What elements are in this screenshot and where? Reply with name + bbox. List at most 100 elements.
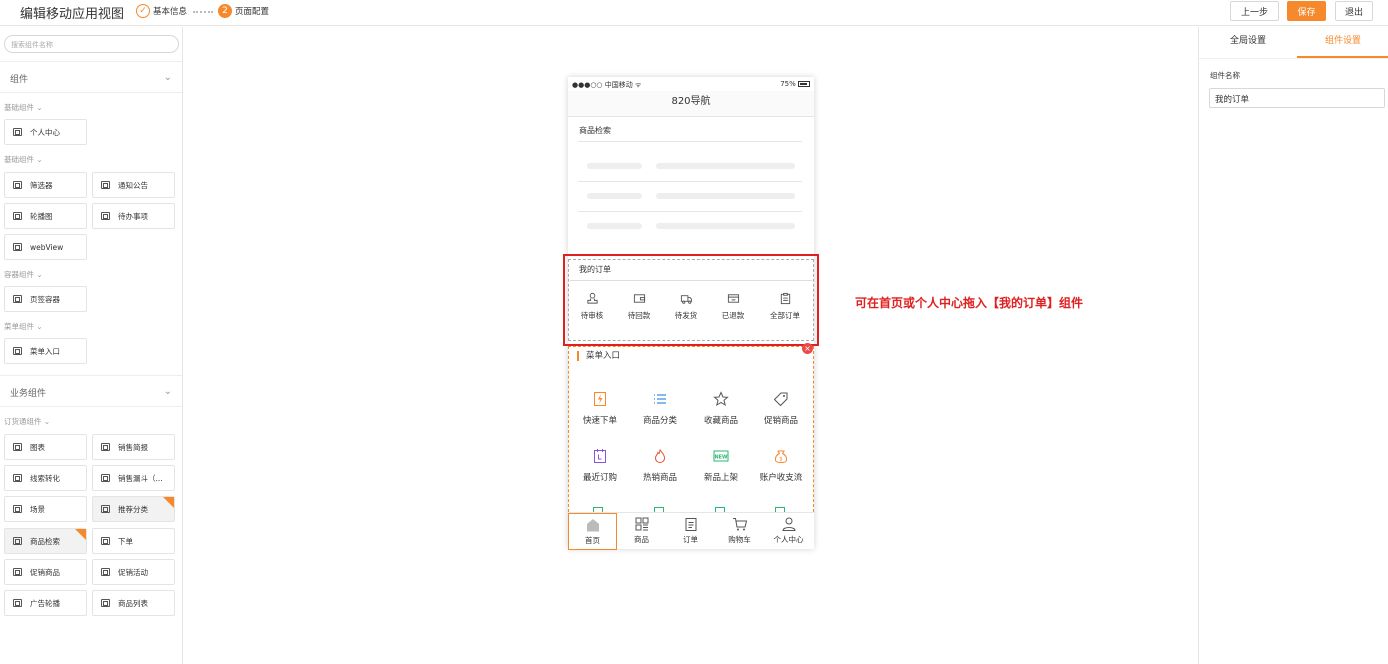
component-icon bbox=[101, 505, 110, 513]
divider bbox=[1199, 58, 1388, 59]
component-filter[interactable]: 筛选器 bbox=[4, 172, 87, 198]
menu-entry-component[interactable]: 菜单入口 快速下单 商品分类 收藏商品 促销商品 最近订购 热销商品 NEW 新… bbox=[568, 346, 814, 512]
component-recommend-category[interactable]: 推荐分类 bbox=[92, 496, 175, 522]
step-number: 2 bbox=[218, 4, 232, 18]
divider bbox=[578, 141, 802, 142]
group-container[interactable]: 容器组件 ⌄ bbox=[4, 269, 43, 280]
component-product-search[interactable]: 商品检索 bbox=[4, 528, 87, 554]
component-sidebar: 搜索组件名称 组件 ⌄ 基础组件 ⌄ 个人中心 基础组件 ⌄ 筛选器 通知公告 … bbox=[0, 27, 183, 664]
component-icon bbox=[13, 568, 22, 576]
chevron-down-icon: ⌄ bbox=[163, 386, 172, 397]
step-connector bbox=[193, 11, 213, 13]
skeleton-bar bbox=[587, 223, 642, 229]
menu-account-flow[interactable]: $ 账户收支流 bbox=[753, 448, 809, 483]
menu-favorites[interactable]: 收藏商品 bbox=[693, 391, 749, 426]
save-button[interactable]: 保存 bbox=[1287, 1, 1326, 21]
page-title: 编辑移动应用视图 bbox=[20, 7, 125, 22]
menu-product-category[interactable]: 商品分类 bbox=[632, 391, 688, 426]
component-tab-container[interactable]: 页签容器 bbox=[4, 286, 87, 312]
section-title: 业务组件 bbox=[10, 389, 47, 399]
tab-personal-center[interactable]: 个人中心 bbox=[764, 513, 813, 550]
search-input[interactable]: 搜索组件名称 bbox=[4, 35, 179, 53]
component-promo-product[interactable]: 促销商品 bbox=[4, 559, 87, 585]
component-icon bbox=[101, 474, 110, 482]
group-menu[interactable]: 菜单组件 ⌄ bbox=[4, 321, 43, 332]
component-scene[interactable]: 场景 bbox=[4, 496, 87, 522]
tab-cart[interactable]: 购物车 bbox=[715, 513, 764, 550]
step-basic-info[interactable]: ✓ 基本信息 bbox=[136, 4, 187, 18]
step-page-config[interactable]: 2 页面配置 bbox=[218, 4, 269, 18]
group-basic-1[interactable]: 基础组件 ⌄ bbox=[4, 102, 43, 113]
phone-nav-title: 820导航 bbox=[568, 91, 814, 117]
component-name-label: 组件名称 bbox=[1210, 71, 1240, 80]
cart-icon bbox=[732, 518, 747, 531]
home-icon bbox=[586, 519, 599, 532]
component-place-order[interactable]: 下单 bbox=[92, 528, 175, 554]
menu-quick-order[interactable]: 快速下单 bbox=[572, 391, 628, 426]
component-icon bbox=[13, 599, 22, 607]
grid-icon bbox=[635, 517, 648, 531]
component-promo-activity[interactable]: 促销活动 bbox=[92, 559, 175, 585]
exit-button[interactable]: 退出 bbox=[1335, 1, 1373, 21]
component-icon bbox=[13, 243, 22, 251]
component-icon bbox=[13, 347, 22, 355]
menu-hot-products[interactable]: 热销商品 bbox=[632, 448, 688, 483]
divider bbox=[578, 211, 802, 212]
component-carousel[interactable]: 轮播图 bbox=[4, 203, 87, 229]
tab-home[interactable]: 首页 bbox=[568, 513, 617, 550]
component-menu-entry[interactable]: 菜单入口 bbox=[4, 338, 87, 364]
highlight-box bbox=[563, 254, 819, 346]
product-search-title: 商品检索 bbox=[579, 126, 611, 135]
clipboard-icon bbox=[685, 518, 696, 531]
component-chart[interactable]: 图表 bbox=[4, 434, 87, 460]
component-todo[interactable]: 待办事项 bbox=[92, 203, 175, 229]
component-icon bbox=[13, 443, 22, 451]
close-icon[interactable]: × bbox=[802, 343, 813, 354]
menu-new-arrivals[interactable]: NEW 新品上架 bbox=[693, 448, 749, 483]
skeleton-bar bbox=[656, 193, 795, 199]
component-product-list[interactable]: 商品列表 bbox=[92, 590, 175, 616]
flame-icon bbox=[654, 449, 666, 464]
component-icon bbox=[101, 181, 110, 189]
user-icon bbox=[781, 517, 796, 531]
menu-entry-title: 菜单入口 bbox=[577, 351, 620, 361]
money-bag-icon: $ bbox=[774, 450, 788, 464]
skeleton-bar bbox=[656, 163, 795, 169]
skeleton-bar bbox=[587, 163, 642, 169]
section-components[interactable]: 组件 ⌄ bbox=[0, 61, 182, 93]
svg-text:NEW: NEW bbox=[714, 454, 728, 460]
component-ad-carousel[interactable]: 广告轮播 bbox=[4, 590, 87, 616]
tab-component-settings[interactable]: 组件设置 bbox=[1297, 27, 1388, 58]
component-icon bbox=[13, 474, 22, 482]
group-order[interactable]: 订货通组件 ⌄ bbox=[4, 416, 50, 427]
menu-recent-orders[interactable]: 最近订购 bbox=[572, 448, 628, 483]
component-webview[interactable]: webView bbox=[4, 234, 87, 260]
section-title: 组件 bbox=[10, 75, 29, 85]
prev-step-button[interactable]: 上一步 bbox=[1230, 1, 1279, 21]
component-notice[interactable]: 通知公告 bbox=[92, 172, 175, 198]
group-basic-2[interactable]: 基础组件 ⌄ bbox=[4, 154, 43, 165]
component-personal-center[interactable]: 个人中心 bbox=[4, 119, 87, 145]
skeleton-bar bbox=[656, 223, 795, 229]
corner-flag-icon bbox=[75, 529, 86, 540]
corner-flag-icon bbox=[163, 497, 174, 508]
battery-icon bbox=[798, 81, 810, 87]
component-icon bbox=[101, 212, 110, 220]
section-business-components[interactable]: 业务组件 ⌄ bbox=[0, 375, 182, 407]
divider bbox=[578, 181, 802, 182]
check-icon: ✓ bbox=[136, 4, 150, 18]
chevron-down-icon: ⌄ bbox=[163, 72, 172, 83]
tab-orders[interactable]: 订单 bbox=[666, 513, 715, 550]
component-name-input[interactable]: 我的订单 bbox=[1209, 88, 1385, 108]
menu-promo-products[interactable]: 促销商品 bbox=[753, 391, 809, 426]
component-sales-report[interactable]: 销售简报 bbox=[92, 434, 175, 460]
component-icon bbox=[13, 128, 22, 136]
lightning-icon bbox=[594, 392, 606, 406]
component-sales-funnel[interactable]: 销售漏斗（... bbox=[92, 465, 175, 491]
component-icon bbox=[13, 505, 22, 513]
step-label: 页面配置 bbox=[235, 7, 270, 17]
star-icon bbox=[713, 391, 729, 407]
tab-products[interactable]: 商品 bbox=[617, 513, 666, 550]
tab-global-settings[interactable]: 全局设置 bbox=[1199, 27, 1297, 58]
component-lead-conversion[interactable]: 线索转化 bbox=[4, 465, 87, 491]
